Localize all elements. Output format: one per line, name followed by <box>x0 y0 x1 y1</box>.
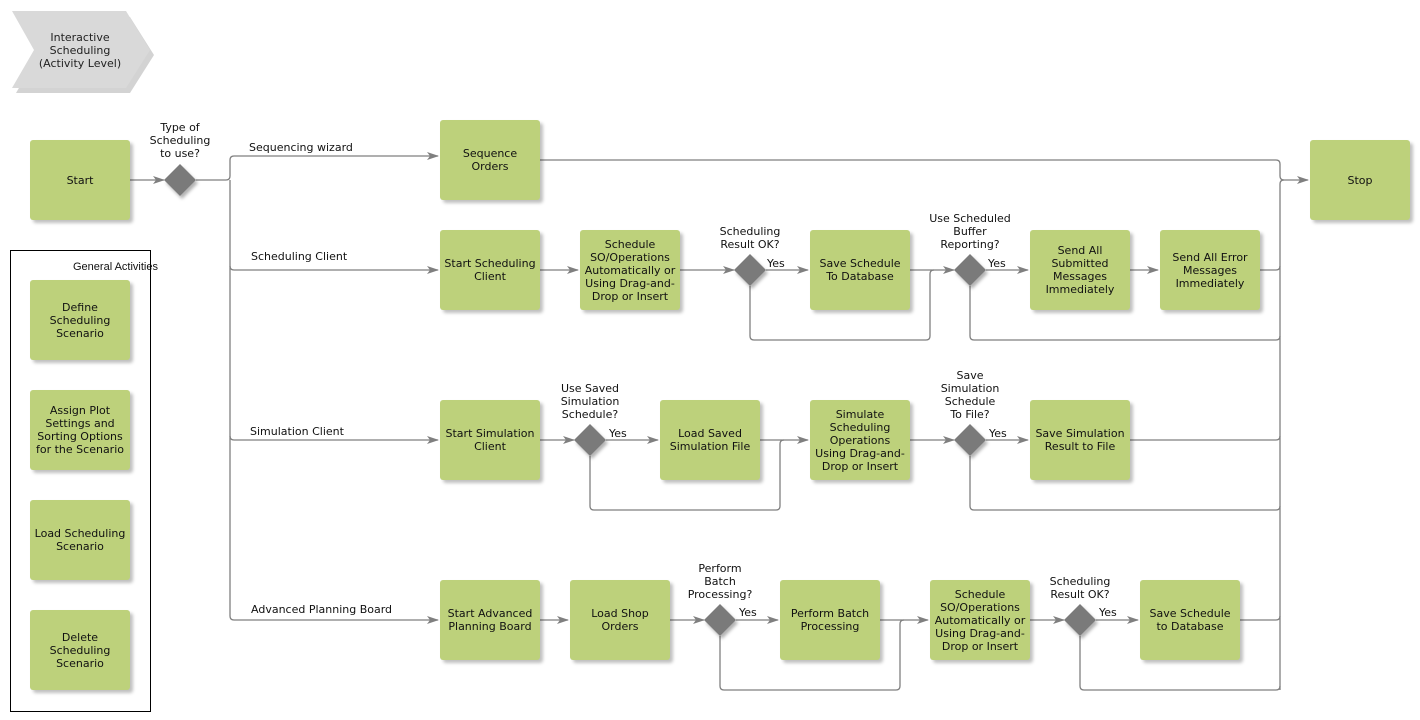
activity-label: Start Simulation Client <box>445 427 535 453</box>
connector <box>1240 615 1281 621</box>
connector <box>1130 435 1281 441</box>
connector <box>196 152 439 181</box>
activity-label: Load Shop Orders <box>591 607 649 633</box>
activity-send-error-messages[interactable]: Send All Error Messages Immediately <box>1160 230 1260 310</box>
activity-label: Assign Plot Settings and Sorting Options… <box>36 404 124 456</box>
activity-label: Load Scheduling Scenario <box>34 527 126 553</box>
decision-diamond <box>164 164 196 196</box>
activity-schedule-operations[interactable]: Schedule SO/Operations Automatically or … <box>580 230 680 310</box>
activity-label: Save Schedule to Database <box>1149 607 1231 633</box>
decision-label-use-saved-simulation: Use Saved Simulation Schedule? <box>560 382 620 421</box>
connector <box>1260 265 1281 271</box>
activity-load-shop-orders[interactable]: Load Shop Orders <box>570 580 670 660</box>
activity-assign-plot-settings[interactable]: Assign Plot Settings and Sorting Options… <box>30 390 130 470</box>
activity-delete-scenario[interactable]: Delete Scheduling Scenario <box>30 610 130 690</box>
yes-label: Yes <box>988 257 1006 270</box>
branch-label-advanced-planning-board: Advanced Planning Board <box>251 603 393 616</box>
start-label: Start <box>66 173 94 187</box>
activity-label: Save Schedule To Database <box>819 257 901 283</box>
activity-save-schedule-to-database[interactable]: Save Schedule To Database <box>810 230 910 310</box>
activity-label: Schedule SO/Operations Automatically or … <box>934 587 1026 653</box>
activity-start-simulation-client[interactable]: Start Simulation Client <box>440 400 540 480</box>
yes-label: Yes <box>767 257 785 270</box>
decision-label-buffer-reporting: Use Scheduled Buffer Reporting? <box>929 212 1011 251</box>
activity-define-scenario[interactable]: Define Scheduling Scenario <box>30 280 130 360</box>
decision-diamond <box>954 254 986 286</box>
decision-label-scheduling-result-ok: Scheduling Result OK? <box>719 225 781 251</box>
activity-start-advanced-planning-board[interactable]: Start Advanced Planning Board <box>440 580 540 660</box>
branch-label-sequencing: Sequencing wizard <box>249 141 353 154</box>
branch-label-simulation-client: Simulation Client <box>250 425 344 438</box>
activity-load-scenario[interactable]: Load Scheduling Scenario <box>30 500 130 580</box>
activity-label: Save Simulation Result to File <box>1035 427 1125 453</box>
branch-label-scheduling-client: Scheduling Client <box>251 250 348 263</box>
activity-label: Delete Scheduling Scenario <box>49 630 111 670</box>
activity-perform-batch-processing[interactable]: Perform Batch Processing <box>780 580 880 660</box>
stop-event[interactable]: Stop <box>1310 140 1410 220</box>
connector <box>229 265 439 274</box>
connector <box>1279 179 1285 690</box>
activity-simulate-scheduling-operations[interactable]: Simulate Scheduling Operations Using Dra… <box>810 400 910 480</box>
decision-diamond <box>954 424 986 456</box>
activity-label: Send All Submitted Messages Immediately <box>1045 244 1115 296</box>
diagram-title: Interactive Scheduling (Activity Level) <box>38 31 122 70</box>
activity-save-simulation-result[interactable]: Save Simulation Result to File <box>1030 400 1130 480</box>
activity-label: Send All Error Messages Immediately <box>1172 250 1248 290</box>
activity-sequence-orders[interactable]: Sequence Orders <box>440 120 540 200</box>
decision-label-type-of-scheduling: Type of Scheduling to use? <box>149 121 211 160</box>
decision-label-scheduling-result-ok-apb: Scheduling Result OK? <box>1049 575 1111 601</box>
activity-label: Load Saved Simulation File <box>669 427 751 453</box>
decision-label-save-simulation-to-file: Save Simulation Schedule To File? <box>940 369 1000 421</box>
decision-diamond <box>1064 604 1096 636</box>
yes-label: Yes <box>609 427 627 440</box>
activity-load-saved-simulation-file[interactable]: Load Saved Simulation File <box>660 400 760 480</box>
activity-save-schedule-to-database-apb[interactable]: Save Schedule to Database <box>1140 580 1240 660</box>
activity-label: Define Scheduling Scenario <box>49 300 111 340</box>
activity-label: Schedule SO/Operations Automatically or … <box>584 237 676 303</box>
decision-label-perform-batch-processing: Perform Batch Processing? <box>687 562 753 601</box>
activity-schedule-operations-apb[interactable]: Schedule SO/Operations Automatically or … <box>930 580 1030 660</box>
general-activities-title: General Activities <box>73 261 158 273</box>
activity-label: Start Advanced Planning Board <box>447 607 533 633</box>
yes-label: Yes <box>739 606 757 619</box>
activity-label: Start Scheduling Client <box>444 257 536 283</box>
stop-label: Stop <box>1347 173 1373 187</box>
connector <box>540 159 1309 184</box>
start-event[interactable]: Start <box>30 140 130 220</box>
connector <box>229 180 439 624</box>
activity-start-scheduling-client[interactable]: Start Scheduling Client <box>440 230 540 310</box>
activity-label: Perform Batch Processing <box>790 607 870 633</box>
decision-diamond <box>734 254 766 286</box>
activity-label: Simulate Scheduling Operations Using Dra… <box>815 407 905 473</box>
activity-label: Sequence Orders <box>462 147 518 173</box>
decision-diamond <box>574 424 606 456</box>
activity-send-submitted-messages[interactable]: Send All Submitted Messages Immediately <box>1030 230 1130 310</box>
yes-label: Yes <box>989 427 1007 440</box>
yes-label: Yes <box>1099 606 1117 619</box>
decision-diamond <box>704 604 736 636</box>
